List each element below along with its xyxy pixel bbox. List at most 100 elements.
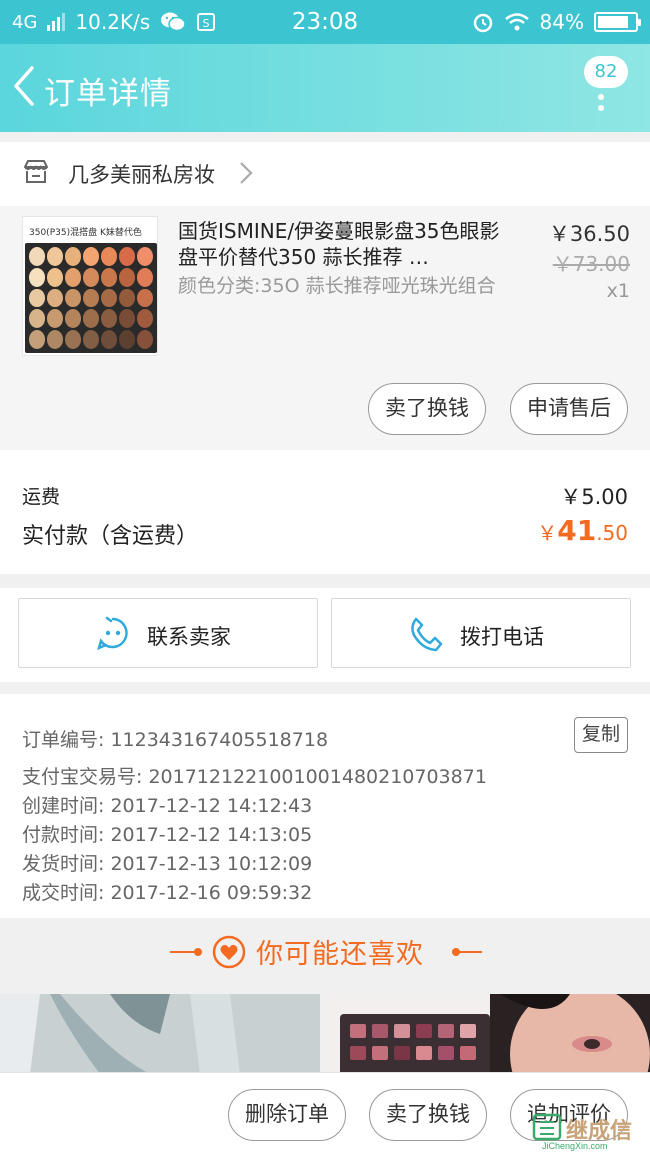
product-spec: 颜色分类:35O 蒜长推荐哑光珠光组合	[178, 275, 496, 297]
palette-swatch	[29, 309, 45, 329]
back-button[interactable]	[6, 60, 46, 112]
delete-order-button[interactable]: 删除订单	[228, 1089, 346, 1141]
palette-swatch	[65, 247, 81, 266]
product-title: 国货ISMINE/伊姿蔓眼影盘35色眼影盘平价替代350 蒜长推荐 …	[178, 219, 500, 269]
chat-icon	[97, 616, 128, 651]
contact-seller-button[interactable]: 联系卖家	[18, 598, 318, 668]
palette-swatch	[83, 247, 99, 266]
shop-name: 几多美丽私房妆	[68, 163, 215, 187]
call-button[interactable]: 拨打电话	[331, 598, 631, 668]
watermark: 继成信 JiChengXin.com	[530, 1111, 644, 1151]
total-currency: ￥	[537, 521, 558, 545]
recommend-item-image[interactable]	[0, 994, 320, 1074]
call-label: 拨打电话	[460, 625, 544, 649]
battery-fill	[598, 16, 628, 28]
clothing-photo	[0, 994, 320, 1074]
created-time: 创建时间: 2017-12-12 14:12:43	[22, 795, 313, 817]
bottom-action-bar: 删除订单 卖了换钱 追加评价 继成信 JiChengXin.com	[0, 1072, 650, 1155]
status-right: 84%	[472, 10, 641, 34]
palette-swatch	[47, 267, 63, 287]
after-sale-button[interactable]: 申请售后	[510, 383, 628, 435]
more-dots-icon	[598, 94, 604, 116]
palette-swatch	[83, 330, 99, 349]
order-number: 订单编号: 112343167405518718	[22, 729, 329, 751]
shipping-label: 运费	[22, 486, 61, 508]
phone-icon	[411, 617, 443, 652]
resell-button[interactable]: 卖了换钱	[368, 383, 486, 435]
decor-dot	[194, 948, 202, 956]
palette-swatch	[47, 288, 63, 308]
palette-swatch	[137, 288, 153, 308]
recommend-title: 你可能还喜欢	[256, 939, 424, 970]
resell-bottom-button[interactable]: 卖了换钱	[369, 1089, 487, 1141]
alarm-icon	[473, 13, 492, 33]
fee-summary: 运费 ￥5.00 实付款（含运费） ￥41.50	[0, 450, 650, 574]
message-badge: 82	[584, 56, 628, 88]
palette-swatch	[119, 309, 135, 329]
store-icon	[24, 160, 48, 183]
recommend-item-image[interactable]	[330, 994, 650, 1074]
paid-time: 付款时间: 2017-12-12 14:13:05	[22, 824, 313, 846]
battery-percent: 84%	[539, 10, 584, 34]
order-info: 订单编号: 112343167405518718 复制 支付宝交易号: 2017…	[0, 694, 650, 918]
contact-seller-label: 联系卖家	[147, 625, 231, 649]
product-card[interactable]: 350(P35)混搭盘 K妹替代色 国货ISMINE/伊姿蔓眼影盘35色眼影盘平…	[0, 206, 650, 450]
palette-swatch	[119, 288, 135, 308]
copy-button[interactable]: 复制	[574, 717, 628, 753]
palette-swatch	[119, 330, 135, 349]
watermark-logo-icon	[532, 1113, 562, 1141]
page-title: 订单详情	[44, 76, 172, 112]
product-price: ￥36.50	[548, 222, 630, 246]
palette-swatch	[29, 267, 45, 287]
palette-swatch	[83, 288, 99, 308]
chevron-left-icon	[14, 66, 34, 106]
palette-swatch	[29, 330, 45, 349]
alipay-trade-number: 支付宝交易号: 2017121221001001480210703871	[22, 766, 487, 788]
total-decimal: .50	[596, 521, 628, 545]
eyeshadow-palette-image	[25, 243, 157, 353]
palette-swatch	[47, 330, 63, 349]
contact-section: 联系卖家 拨打电话	[0, 588, 650, 682]
product-quantity: x1	[606, 280, 630, 302]
palette-swatch	[65, 267, 81, 287]
palette-swatch	[101, 309, 117, 329]
more-menu-button[interactable]: 82	[578, 56, 628, 116]
recommend-header: 你可能还喜欢	[0, 918, 650, 984]
palette-swatch	[29, 288, 45, 308]
completed-time: 成交时间: 2017-12-16 09:59:32	[22, 882, 313, 904]
palette-swatch	[83, 267, 99, 287]
decor-line	[456, 951, 482, 953]
palette-swatch	[101, 247, 117, 266]
wifi-icon	[504, 13, 529, 31]
product-thumbnail[interactable]: 350(P35)混搭盘 K妹替代色	[22, 216, 158, 356]
palette-swatch	[119, 267, 135, 287]
palette-swatch	[101, 330, 117, 349]
shop-row[interactable]: 几多美丽私房妆	[0, 142, 650, 206]
battery-icon	[594, 12, 641, 32]
total-integer: 41	[557, 514, 597, 547]
shipping-value: ￥5.00	[560, 485, 628, 509]
heart-icon	[212, 935, 246, 969]
palette-swatch	[65, 330, 81, 349]
chevron-right-icon	[240, 162, 253, 184]
palette-swatch	[137, 330, 153, 349]
palette-swatch	[137, 309, 153, 329]
palette-swatch	[47, 309, 63, 329]
status-bar: 4G 10.2K/s S 23:08 84%	[0, 0, 650, 44]
palette-swatch	[83, 309, 99, 329]
palette-and-face-photo	[330, 994, 650, 1074]
shipped-time: 发货时间: 2017-12-13 10:12:09	[22, 853, 313, 875]
palette-swatch	[29, 247, 45, 266]
decor-line	[170, 951, 196, 953]
palette-swatch	[137, 247, 153, 266]
palette-swatch	[137, 267, 153, 287]
palette-swatch	[119, 247, 135, 266]
palette-swatch	[65, 309, 81, 329]
total-label: 实付款（含运费）	[22, 524, 199, 549]
palette-swatch	[101, 288, 117, 308]
palette-swatch	[65, 288, 81, 308]
nav-bar: 订单详情 82	[0, 44, 650, 132]
watermark-sub: JiChengXin.com	[542, 1141, 608, 1151]
product-original-price: ￥73.00	[552, 252, 630, 276]
total-value: ￥41.50	[537, 514, 628, 547]
